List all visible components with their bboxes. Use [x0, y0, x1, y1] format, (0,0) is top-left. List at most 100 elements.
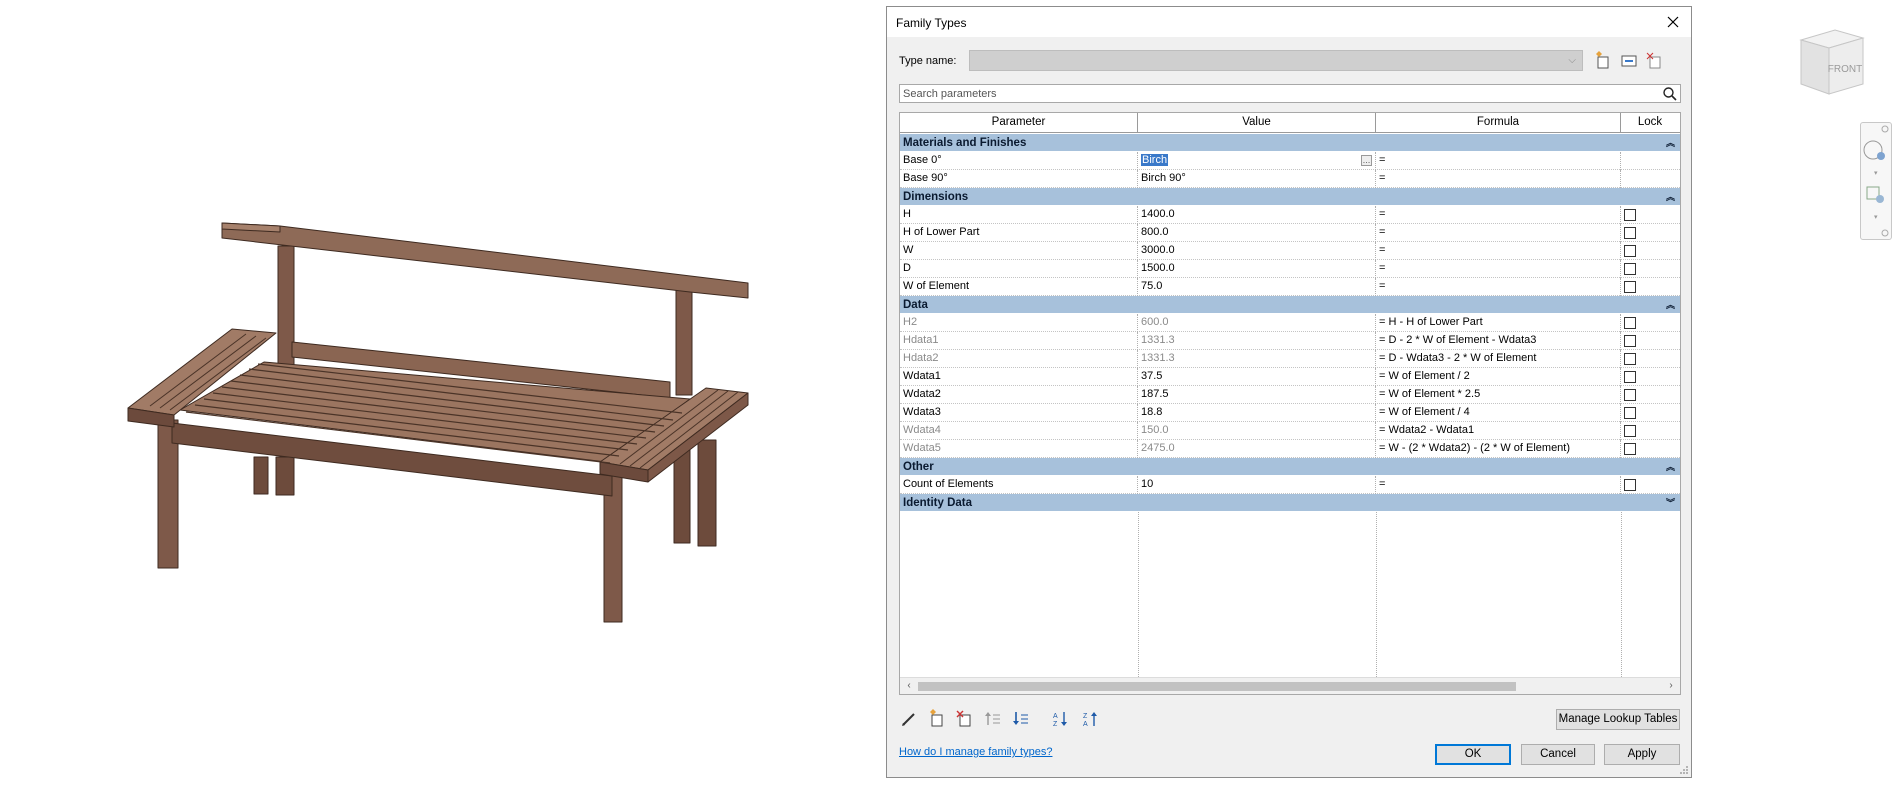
table-row[interactable]: Wdata4 150.0 = Wdata2 - Wdata1 [900, 422, 1680, 440]
lock-checkbox[interactable] [1624, 209, 1636, 221]
value-cell[interactable]: 1400.0 [1138, 206, 1376, 224]
lock-checkbox[interactable] [1624, 389, 1636, 401]
table-row[interactable]: Count of Elements 10 = [900, 476, 1680, 494]
table-row[interactable]: Base 0° Birch … = [900, 152, 1680, 170]
table-row[interactable]: W 3000.0 = [900, 242, 1680, 260]
collapse-icon[interactable]: ︽ [1666, 188, 1675, 206]
table-row[interactable]: Hdata2 1331.3 = D - Wdata3 - 2 * W of Elem… [900, 350, 1680, 368]
sort-ascending-button[interactable]: A Z [1051, 709, 1071, 729]
parameter-name-cell[interactable]: Wdata1 [900, 368, 1138, 386]
parameter-name-cell[interactable]: Hdata1 [900, 332, 1138, 350]
lock-checkbox[interactable] [1624, 425, 1636, 437]
formula-cell[interactable]: = [1376, 170, 1621, 188]
formula-cell[interactable]: = W of Element / 2 [1376, 368, 1621, 386]
lock-checkbox[interactable] [1624, 281, 1636, 293]
lock-checkbox[interactable] [1624, 443, 1636, 455]
parameter-name-cell[interactable]: Wdata2 [900, 386, 1138, 404]
collapse-icon[interactable]: ︽ [1666, 134, 1675, 152]
manage-lookup-tables-button[interactable]: Manage Lookup Tables [1556, 709, 1680, 730]
type-name-select[interactable]: ⌵ [969, 50, 1583, 71]
value-cell[interactable]: 2475.0 [1138, 440, 1376, 458]
column-header-value[interactable]: Value [1138, 113, 1376, 133]
parameter-name-cell[interactable]: H of Lower Part [900, 224, 1138, 242]
value-cell[interactable]: 1331.3 [1138, 350, 1376, 368]
horizontal-scrollbar[interactable]: ‹ › [900, 677, 1680, 694]
value-cell[interactable]: 600.0 [1138, 314, 1376, 332]
value-cell[interactable]: 10 [1138, 476, 1376, 494]
3d-viewport[interactable] [0, 0, 880, 803]
table-row[interactable]: Base 90° Birch 90° = [900, 170, 1680, 188]
browse-material-button[interactable]: … [1361, 155, 1372, 166]
view-cube[interactable]: FRONT [1795, 26, 1867, 104]
lock-checkbox[interactable] [1624, 317, 1636, 329]
value-cell[interactable]: 1500.0 [1138, 260, 1376, 278]
parameter-name-cell[interactable]: Wdata3 [900, 404, 1138, 422]
table-row[interactable]: Hdata1 1331.3 = D - 2 * W of Element - Wda… [900, 332, 1680, 350]
close-button[interactable] [1663, 12, 1683, 32]
value-cell[interactable]: Birch… [1138, 152, 1376, 170]
search-input[interactable] [900, 85, 1656, 102]
table-row[interactable]: Wdata1 37.5 = W of Element / 2 [900, 368, 1680, 386]
collapse-icon[interactable]: ︽ [1666, 296, 1675, 314]
formula-cell[interactable]: = [1376, 476, 1621, 494]
lock-checkbox[interactable] [1624, 479, 1636, 491]
table-row[interactable]: Wdata3 18.8 = W of Element / 4 [900, 404, 1680, 422]
ok-button[interactable]: OK [1435, 744, 1511, 765]
delete-type-button[interactable] [1645, 51, 1665, 71]
value-cell[interactable]: 75.0 [1138, 278, 1376, 296]
parameter-name-cell[interactable]: H [900, 206, 1138, 224]
column-header-formula[interactable]: Formula [1376, 113, 1621, 133]
delete-parameter-button[interactable] [955, 709, 975, 729]
lock-checkbox[interactable] [1624, 335, 1636, 347]
value-cell[interactable]: 150.0 [1138, 422, 1376, 440]
formula-cell[interactable]: = [1376, 206, 1621, 224]
table-row[interactable]: H2 600.0 = H - H of Lower Part [900, 314, 1680, 332]
group-header-data[interactable]: Data ︽ [900, 296, 1680, 314]
table-row[interactable]: D 1500.0 = [900, 260, 1680, 278]
group-header-other[interactable]: Other ︽ [900, 458, 1680, 476]
help-link[interactable]: How do I manage family types? [899, 746, 1052, 758]
parameter-name-cell[interactable]: Wdata5 [900, 440, 1138, 458]
resize-grip-icon[interactable] [1679, 765, 1689, 775]
value-cell[interactable]: 3000.0 [1138, 242, 1376, 260]
formula-cell[interactable]: = H - H of Lower Part [1376, 314, 1621, 332]
scrollbar-thumb[interactable] [918, 682, 1516, 691]
parameter-name-cell[interactable]: Hdata2 [900, 350, 1138, 368]
parameter-name-cell[interactable]: Base 0° [900, 152, 1138, 170]
parameter-name-cell[interactable]: Base 90° [900, 170, 1138, 188]
formula-cell[interactable]: = [1376, 278, 1621, 296]
scroll-left-icon[interactable]: ‹ [902, 679, 916, 693]
rename-type-button[interactable] [1619, 51, 1639, 71]
table-row[interactable]: Wdata2 187.5 = W of Element * 2.5 [900, 386, 1680, 404]
formula-cell[interactable]: = D - 2 * W of Element - Wdata3 [1376, 332, 1621, 350]
parameter-name-cell[interactable]: Count of Elements [900, 476, 1138, 494]
parameter-name-cell[interactable]: D [900, 260, 1138, 278]
table-row[interactable]: H of Lower Part 800.0 = [900, 224, 1680, 242]
apply-button[interactable]: Apply [1604, 744, 1680, 765]
group-header-dimensions[interactable]: Dimensions ︽ [900, 188, 1680, 206]
search-icon[interactable] [1662, 86, 1678, 102]
parameter-name-cell[interactable]: Wdata4 [900, 422, 1138, 440]
edit-parameter-button[interactable] [899, 709, 919, 729]
lock-checkbox[interactable] [1624, 353, 1636, 365]
column-header-parameter[interactable]: Parameter [900, 113, 1138, 133]
parameter-name-cell[interactable]: W of Element [900, 278, 1138, 296]
table-row[interactable]: Wdata5 2475.0 = W - (2 * Wdata2) - (2 * W … [900, 440, 1680, 458]
formula-cell[interactable]: = W of Element * 2.5 [1376, 386, 1621, 404]
formula-cell[interactable]: = [1376, 224, 1621, 242]
new-type-button[interactable] [1593, 51, 1613, 71]
lock-checkbox[interactable] [1624, 263, 1636, 275]
table-row[interactable]: W of Element 75.0 = [900, 278, 1680, 296]
move-up-button[interactable] [983, 709, 1003, 729]
value-cell[interactable]: 18.8 [1138, 404, 1376, 422]
group-header-identity-data[interactable]: Identity Data ︾ [900, 494, 1680, 512]
formula-cell[interactable]: = [1376, 260, 1621, 278]
lock-checkbox[interactable] [1624, 371, 1636, 383]
move-down-button[interactable] [1011, 709, 1031, 729]
column-header-lock[interactable]: Lock [1621, 113, 1679, 133]
scroll-right-icon[interactable]: › [1664, 679, 1678, 693]
collapse-icon[interactable]: ︽ [1666, 458, 1675, 476]
sort-descending-button[interactable]: Z A [1081, 709, 1101, 729]
formula-cell[interactable]: = [1376, 242, 1621, 260]
value-cell[interactable]: 187.5 [1138, 386, 1376, 404]
